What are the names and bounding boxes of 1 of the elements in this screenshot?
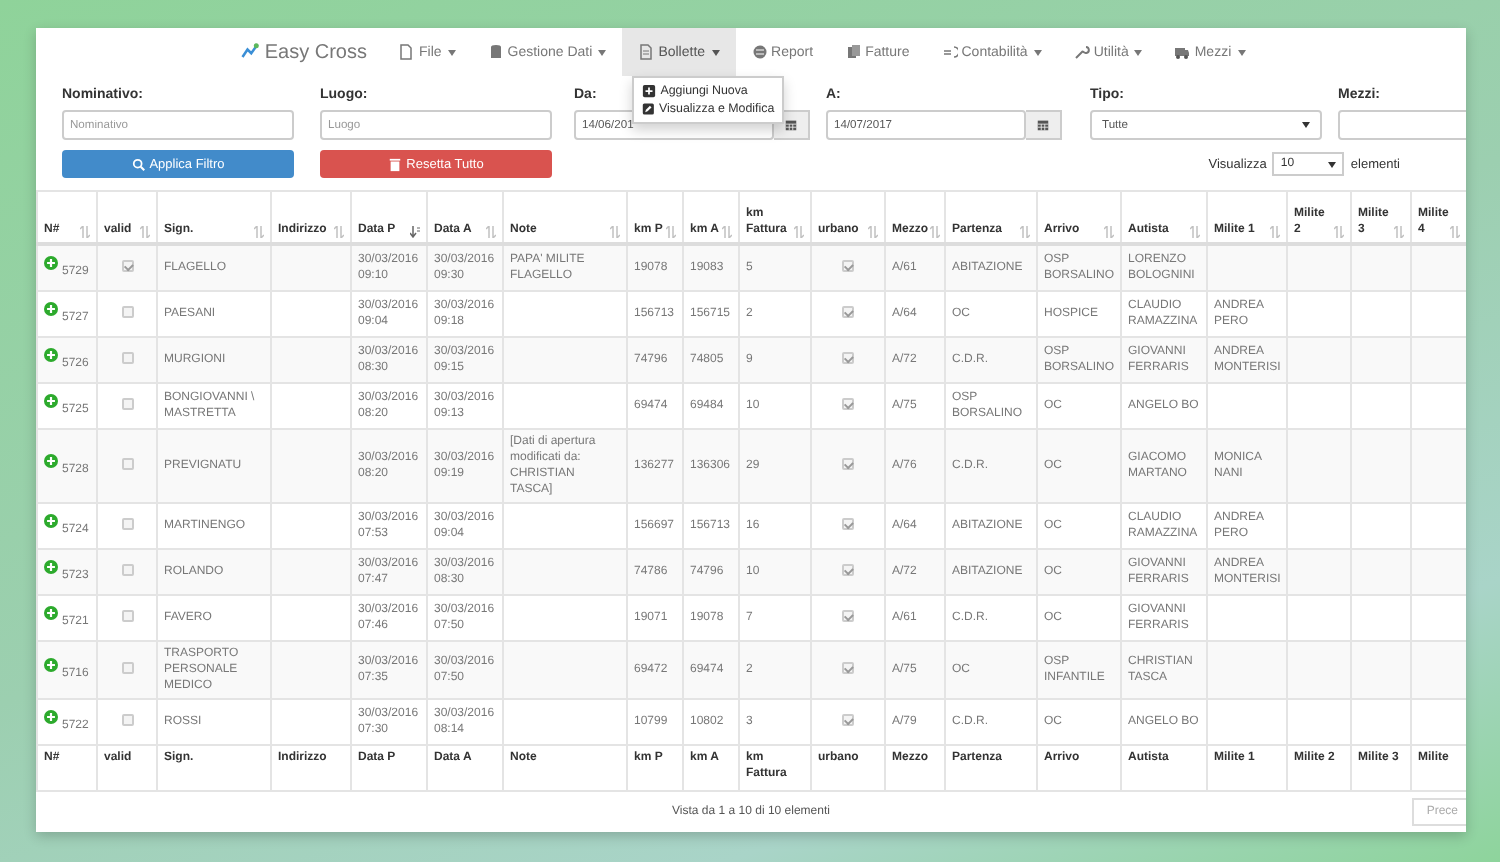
brand-logo[interactable]: Easy Cross <box>240 28 383 76</box>
